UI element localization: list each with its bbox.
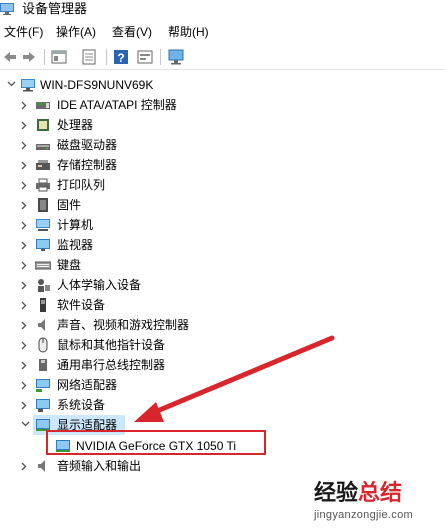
watermark-part1: 经验 xyxy=(314,480,359,505)
annotation-arrow xyxy=(134,335,335,422)
watermark-part2: 总结 xyxy=(358,480,403,505)
watermark: 经验总结 jingyanzongjie.com xyxy=(310,478,445,529)
watermark-url: jingyanzongjie.com xyxy=(314,509,413,521)
watermark-title: 经验总结 xyxy=(314,480,402,506)
